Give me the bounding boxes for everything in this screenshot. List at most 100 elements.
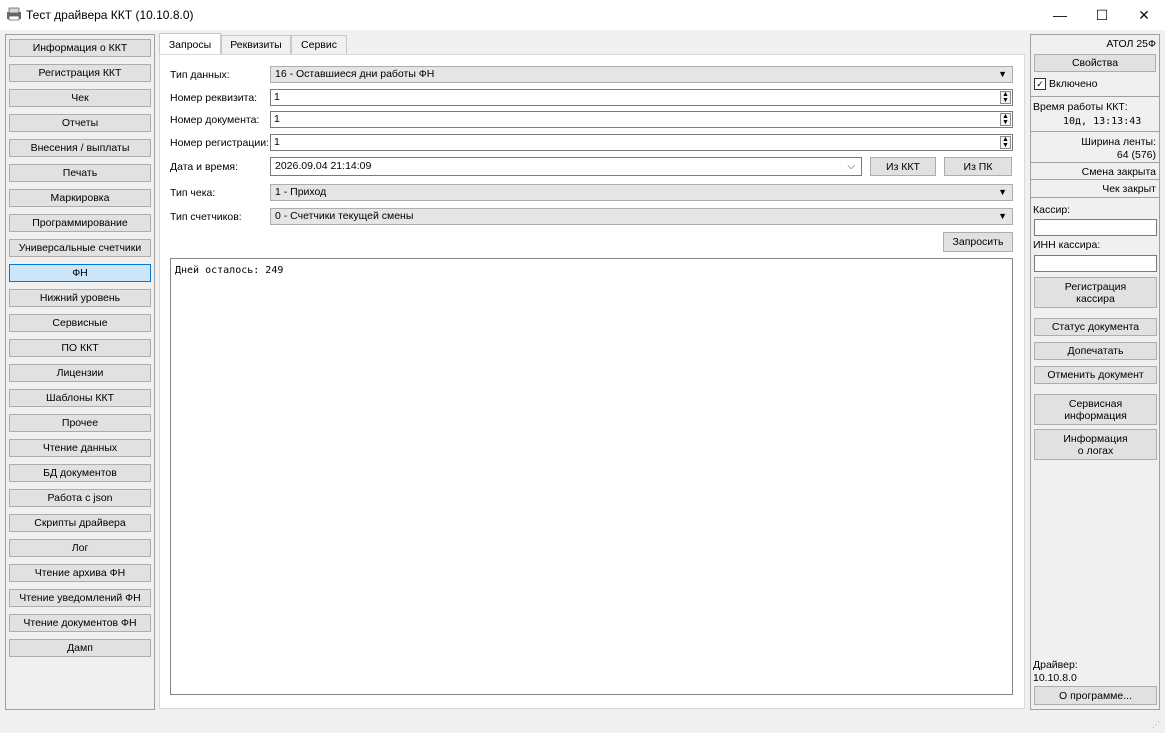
service-info-label-1: Сервисная: [1068, 397, 1123, 410]
registration-number-value: 1: [274, 136, 280, 148]
sidebar-item[interactable]: ФН: [9, 264, 151, 282]
tape-width-value: 64 (576): [1116, 149, 1156, 161]
sidebar-item[interactable]: Лог: [9, 539, 151, 557]
register-cashier-label-2: кассира: [1076, 292, 1115, 305]
sidebar: Информация о ККТ Регистрация ККТ Чек Отчеты…: [5, 34, 155, 710]
sidebar-item[interactable]: Чек: [9, 89, 151, 107]
dropdown-arrow-icon: ▼: [998, 211, 1007, 221]
sidebar-item[interactable]: Универсальные счетчики: [9, 239, 151, 257]
close-button[interactable]: ✕: [1124, 0, 1164, 30]
from-pc-button[interactable]: Из ПК: [944, 157, 1012, 176]
data-type-select[interactable]: 16 - Оставшиеся дни работы ФН ▼: [270, 66, 1013, 83]
spin-updown-icon[interactable]: ▲ ▼: [1000, 91, 1011, 104]
uptime-value: 10д, 13:13:43: [1063, 116, 1142, 127]
register-cashier-button[interactable]: Регистрация кассира: [1034, 277, 1157, 308]
app-printer-icon: [6, 7, 22, 21]
divider: [1031, 197, 1159, 198]
chevron-down-icon[interactable]: ⌵: [847, 158, 855, 175]
device-model: АТОЛ 25Ф: [1106, 38, 1156, 50]
sidebar-item[interactable]: Работа с json: [9, 489, 151, 507]
sidebar-item[interactable]: Информация о ККТ: [9, 39, 151, 57]
requisite-number-value: 1: [274, 91, 280, 103]
uptime-label: Время работы ККТ:: [1033, 101, 1128, 113]
document-number-label: Номер документа:: [170, 114, 260, 126]
cashier-inn-input[interactable]: [1034, 255, 1157, 272]
datetime-value: 2026.09.04 21:14:09: [275, 160, 372, 172]
divider: [1031, 131, 1159, 132]
divider: [1031, 96, 1159, 97]
divider: [1031, 179, 1159, 180]
about-button[interactable]: О программе...: [1034, 686, 1157, 705]
reprint-button[interactable]: Допечатать: [1034, 342, 1157, 360]
log-info-button[interactable]: Информация о логах: [1034, 429, 1157, 460]
cancel-document-button[interactable]: Отменить документ: [1034, 366, 1157, 384]
tab-requisites[interactable]: Реквизиты: [221, 35, 291, 54]
sidebar-item[interactable]: Маркировка: [9, 189, 151, 207]
document-status-button[interactable]: Статус документа: [1034, 318, 1157, 336]
properties-button[interactable]: Свойства: [1034, 54, 1156, 72]
sidebar-item[interactable]: Чтение архива ФН: [9, 564, 151, 582]
title-bar: Тест драйвера ККТ (10.10.8.0) — ☐ ✕: [0, 0, 1165, 30]
spin-updown-icon[interactable]: ▲ ▼: [1000, 113, 1011, 126]
sidebar-item[interactable]: Печать: [9, 164, 151, 182]
document-number-value: 1: [274, 113, 280, 125]
registration-number-label: Номер регистрации:: [170, 137, 270, 149]
sidebar-item[interactable]: Дамп: [9, 639, 151, 657]
datetime-picker[interactable]: 2026.09.04 21:14:09 ⌵: [270, 157, 862, 176]
spin-updown-icon[interactable]: ▲ ▼: [1000, 136, 1011, 149]
enabled-checkbox[interactable]: ✓ Включено: [1034, 78, 1097, 90]
cashier-input[interactable]: [1034, 219, 1157, 236]
datetime-label: Дата и время:: [170, 161, 239, 173]
divider: [1031, 162, 1159, 163]
requisite-number-input[interactable]: 1 ▲ ▼: [270, 89, 1013, 106]
sidebar-item[interactable]: ПО ККТ: [9, 339, 151, 357]
service-info-button[interactable]: Сервисная информация: [1034, 394, 1157, 425]
dropdown-arrow-icon: ▼: [998, 69, 1007, 79]
sidebar-item[interactable]: Чтение документов ФН: [9, 614, 151, 632]
data-type-label: Тип данных:: [170, 69, 230, 81]
sidebar-item[interactable]: Лицензии: [9, 364, 151, 382]
driver-label: Драйвер:: [1033, 659, 1078, 671]
sidebar-item[interactable]: Чтение уведомлений ФН: [9, 589, 151, 607]
cashier-label: Кассир:: [1033, 204, 1071, 216]
request-button[interactable]: Запросить: [943, 232, 1013, 252]
counters-type-label: Тип счетчиков:: [170, 211, 242, 223]
tab-service[interactable]: Сервис: [291, 35, 347, 54]
sidebar-item[interactable]: БД документов: [9, 464, 151, 482]
receipt-type-value: 1 - Приход: [275, 186, 327, 198]
counters-type-select[interactable]: 0 - Счетчики текущей смены ▼: [270, 208, 1013, 225]
checkbox-checked-icon[interactable]: ✓: [1034, 78, 1046, 90]
receipt-type-label: Тип чека:: [170, 187, 216, 199]
sidebar-item[interactable]: Регистрация ККТ: [9, 64, 151, 82]
cashier-inn-label: ИНН кассира:: [1033, 239, 1101, 251]
status-panel: АТОЛ 25Ф Свойства ✓ Включено Время работ…: [1030, 34, 1160, 710]
sidebar-item[interactable]: Шаблоны ККТ: [9, 389, 151, 407]
sidebar-item[interactable]: Скрипты драйвера: [9, 514, 151, 532]
sidebar-item[interactable]: Прочее: [9, 414, 151, 432]
tab-requests[interactable]: Запросы: [159, 33, 221, 55]
output-text-area[interactable]: Дней осталось: 249: [170, 258, 1013, 695]
sidebar-item[interactable]: Нижний уровень: [9, 289, 151, 307]
sidebar-item[interactable]: Чтение данных: [9, 439, 151, 457]
from-kkt-button[interactable]: Из ККТ: [870, 157, 936, 176]
registration-number-input[interactable]: 1 ▲ ▼: [270, 134, 1013, 151]
receipt-status: Чек закрыт: [1102, 183, 1156, 195]
sidebar-item[interactable]: Отчеты: [9, 114, 151, 132]
sidebar-item[interactable]: Программирование: [9, 214, 151, 232]
log-info-label-2: о логах: [1077, 444, 1114, 457]
data-type-value: 16 - Оставшиеся дни работы ФН: [275, 68, 435, 80]
service-info-label-2: информация: [1064, 409, 1127, 422]
shift-status: Смена закрыта: [1081, 166, 1156, 178]
resize-grip-icon[interactable]: ⋰: [1152, 720, 1162, 730]
sidebar-item[interactable]: Сервисные: [9, 314, 151, 332]
receipt-type-select[interactable]: 1 - Приход ▼: [270, 184, 1013, 201]
counters-type-value: 0 - Счетчики текущей смены: [275, 210, 414, 222]
minimize-button[interactable]: —: [1040, 0, 1080, 30]
document-number-input[interactable]: 1 ▲ ▼: [270, 111, 1013, 128]
log-info-label-1: Информация: [1063, 432, 1128, 445]
enabled-label: Включено: [1049, 78, 1098, 90]
sidebar-item[interactable]: Внесения / выплаты: [9, 139, 151, 157]
requisite-number-label: Номер реквизита:: [170, 92, 258, 104]
maximize-button[interactable]: ☐: [1082, 0, 1122, 30]
driver-version: 10.10.8.0: [1033, 672, 1077, 684]
